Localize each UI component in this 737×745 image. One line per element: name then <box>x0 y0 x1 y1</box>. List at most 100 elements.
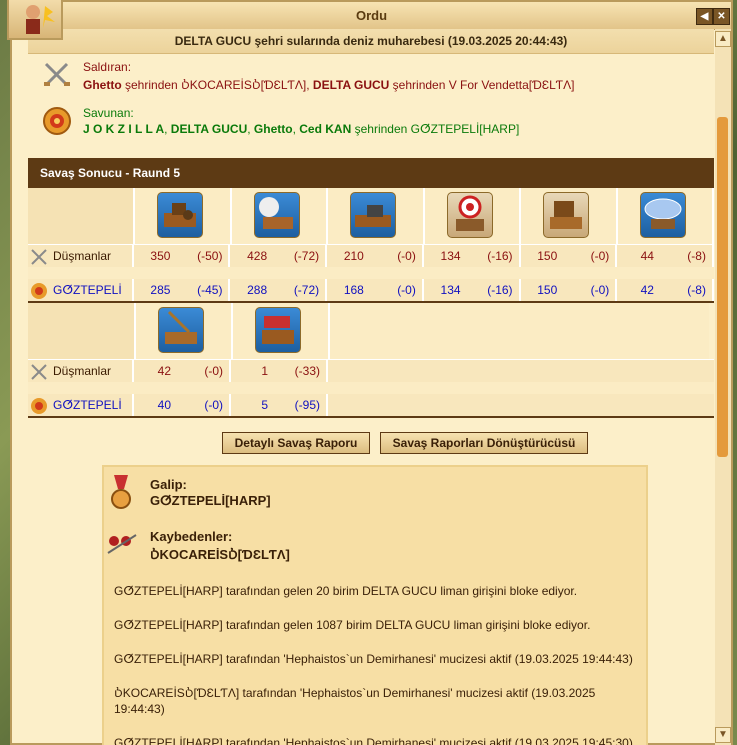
log-line: ⳲKOCAREİSⳲ[ƊƐLƬΛ] tarafından 'Hephaistos… <box>114 686 596 716</box>
unit-count: 150 <box>537 283 558 297</box>
row-gap <box>28 382 714 394</box>
ship-3-icon[interactable] <box>350 192 397 238</box>
unit-count: 42 <box>640 283 654 297</box>
defender-text-2: , <box>247 122 254 136</box>
losers-icon <box>107 534 137 554</box>
unit-loss: (-0) <box>590 249 610 263</box>
ours-stat: 42 (-8) <box>617 279 714 301</box>
unit-count: 44 <box>640 249 654 263</box>
attacker-text-3: şehrinden V For Vendetta[ƊƐLƬΛ] <box>389 78 575 92</box>
result-header: Savaş Sonucu - Raund 5 <box>28 158 714 188</box>
ship-2-icon[interactable] <box>253 192 300 238</box>
ours-label-cell: GⵚZTEPELİ <box>28 279 134 301</box>
unit-row-2 <box>28 303 714 360</box>
ship-4-icon[interactable] <box>446 192 493 238</box>
unit-count: 350 <box>150 249 171 263</box>
ours-stat: 150 (-0) <box>521 279 618 301</box>
ours-label[interactable]: GⵚZTEPELİ <box>53 398 122 412</box>
unit-loss: (-8) <box>687 283 706 297</box>
unit-cell <box>617 188 714 244</box>
ship-8-icon[interactable] <box>255 307 301 353</box>
unit-loss: (-0) <box>204 398 223 412</box>
ours-row-2: GⵚZTEPELİ 40 (-0) 5 (-95) <box>28 394 714 416</box>
unit-loss: (-72) <box>293 249 320 263</box>
back-button[interactable]: ◀ <box>696 8 713 25</box>
defender-city-4[interactable]: Ced KAN <box>299 122 351 136</box>
detailed-report-button[interactable]: Detaylı Savaş Raporu <box>222 432 370 454</box>
attacker-city-2[interactable]: DELTA GUCU <box>313 78 389 92</box>
crossed-swords-icon <box>31 364 47 380</box>
log-line: GⵚZTEPELİ[HARP] tarafından 'Hephaistos`u… <box>114 736 633 745</box>
scroll-down-button[interactable]: ▼ <box>715 727 731 743</box>
ours-stat: 168 (-0) <box>327 279 424 301</box>
enemy-stat: 150 (-0) <box>521 245 618 267</box>
battle-summary: Galip: GⵚZTEPELİ[HARP] Kaybedenler: ⳲKOC… <box>102 465 648 745</box>
unit-loss: (-16) <box>487 249 513 263</box>
winner-name[interactable]: GⵚZTEPELİ[HARP] <box>150 493 271 509</box>
unit-count: 134 <box>440 249 461 263</box>
unit-loss: (-0) <box>590 283 610 297</box>
ours-label-cell: GⵚZTEPELİ <box>28 394 134 416</box>
attacker-city-1[interactable]: Ghetto <box>83 78 122 92</box>
ours-label[interactable]: GⵚZTEPELİ <box>53 283 122 297</box>
attacker-label: Saldıran: <box>83 60 132 74</box>
defender-city-2[interactable]: DELTA GUCU <box>171 122 247 136</box>
losers-name[interactable]: ⳲKOCAREİSⳲ[ƊƐLƬΛ] <box>150 545 290 563</box>
scroll-up-button[interactable]: ▲ <box>715 31 731 47</box>
losers-label: Kaybedenler: <box>150 529 233 544</box>
ours-stat: 134 (-16) <box>424 279 521 301</box>
ship-5-icon[interactable] <box>543 192 590 238</box>
shield-icon <box>31 283 47 299</box>
ship-6-icon[interactable] <box>639 192 686 238</box>
ours-stat: 288 (-72) <box>230 279 328 301</box>
report-converter-button[interactable]: Savaş Raporları Dönüştürücüsü <box>380 432 588 454</box>
log-line: GⵚZTEPELİ[HARP] tarafından gelen 1087 bi… <box>114 618 591 632</box>
defender-text-1: , <box>164 122 171 136</box>
unit-loss: (-50) <box>197 249 223 263</box>
unit-count: 5 <box>261 398 268 412</box>
defender-city-1[interactable]: J O K Z I L L A <box>83 122 164 136</box>
unit-row-1 <box>28 188 714 245</box>
ours-stat: 5 (-95) <box>231 394 328 416</box>
crossed-swords-icon <box>44 62 70 87</box>
unit-cell <box>135 188 232 244</box>
enemy-label-cell: Düşmanlar <box>28 245 134 267</box>
enemy-row-1: Düşmanlar 350 (-50) 428 (-72) 210 (-0) 134 (… <box>28 245 714 267</box>
button-bar: Detaylı Savaş Raporu Savaş Raporları Dön… <box>28 418 714 458</box>
attacker-section: Saldıran: Ghetto şehrinden ⳲKOCAREİSⳲ[ƊƐ… <box>28 54 714 100</box>
enemy-label-cell: Düşmanlar <box>28 360 134 382</box>
attacker-player-1[interactable]: ⳲKOCAREİSⳲ[ƊƐLƬΛ] <box>181 78 306 92</box>
unit-count: 428 <box>247 249 268 263</box>
ours-row-1: GⵚZTEPELİ 285 (-45) 288 (-72) 168 (-0) 134 (… <box>28 279 714 301</box>
scroll-thumb[interactable] <box>717 117 728 457</box>
scrollbar[interactable]: ▲ ▼ <box>715 29 731 745</box>
defender-desc: J O K Z I L L A, DELTA GUCU, Ghetto, Ced… <box>83 122 519 136</box>
unit-count: 168 <box>343 283 364 297</box>
unit-row-label <box>28 188 136 244</box>
unit-loss: (-0) <box>397 283 416 297</box>
row-gap <box>28 267 714 279</box>
close-button[interactable]: ✕ <box>713 8 730 25</box>
unit-loss: (-72) <box>293 283 320 297</box>
shield-icon <box>43 107 71 135</box>
defender-city-3[interactable]: Ghetto <box>254 122 293 136</box>
unit-cell <box>424 188 522 244</box>
ship-1-icon[interactable] <box>157 192 204 238</box>
log-line: GⵚZTEPELİ[HARP] tarafından gelen 20 biri… <box>114 584 578 598</box>
attacker-text-2: , <box>306 78 313 92</box>
crossed-swords-icon <box>31 249 47 265</box>
ours-stat: 40 (-0) <box>134 394 231 416</box>
window-titlebar[interactable]: Ordu ◀ ✕ <box>12 2 731 30</box>
player-avatar[interactable] <box>7 0 63 40</box>
unit-count: 285 <box>150 283 171 297</box>
defender-section: Savunan: J O K Z I L L A, DELTA GUCU, Gh… <box>28 100 714 146</box>
unit-cell <box>136 303 233 359</box>
defender-player[interactable]: şehrinden GⵚZTEPELİ[HARP] <box>351 122 520 136</box>
unit-loss: (-8) <box>687 249 706 263</box>
unit-count: 150 <box>537 249 558 263</box>
enemy-stat: 42 (-0) <box>134 360 231 382</box>
report-title: DELTA GUCU şehri sularında deniz muhareb… <box>28 29 714 54</box>
unit-row-label <box>28 303 136 359</box>
enemy-stat: 350 (-50) <box>134 245 231 267</box>
ship-7-icon[interactable] <box>158 307 204 353</box>
